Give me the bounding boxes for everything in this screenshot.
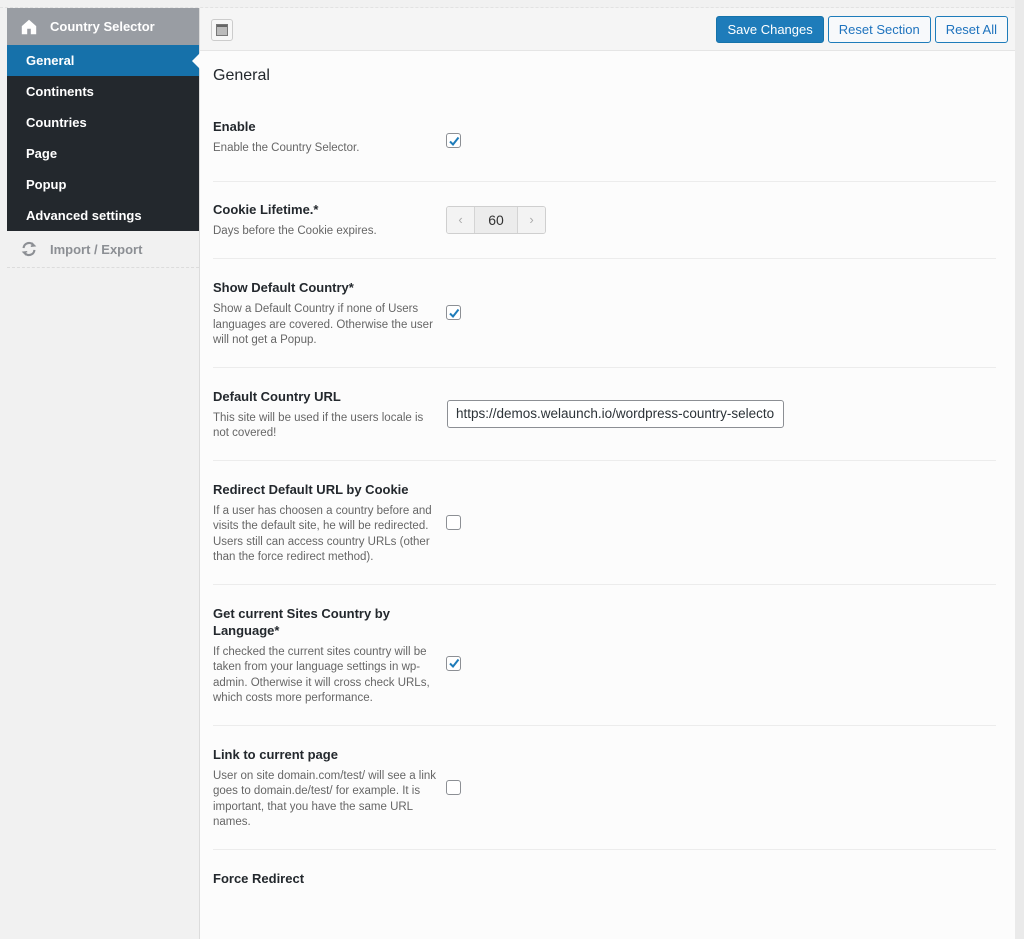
sidebar-item-label: Popup — [26, 177, 67, 192]
sidebar: Country Selector General Continents Coun… — [7, 8, 200, 939]
show-default-country-checkbox[interactable] — [446, 305, 461, 321]
redirect-by-cookie-checkbox[interactable] — [446, 514, 461, 530]
setting-description: Enable the Country Selector. — [213, 142, 360, 154]
sidebar-item-label: General — [26, 53, 75, 68]
main-content: Save Changes Reset Section Reset All Gen… — [200, 8, 1015, 939]
setting-title: Get current Sites Country by Language* — [213, 605, 390, 638]
setting-description: If checked the current sites country wil… — [213, 645, 430, 705]
setting-title: Show Default Country* — [213, 280, 354, 295]
sidebar-item-label: Countries — [26, 115, 87, 130]
sidebar-item-page[interactable]: Page — [7, 138, 199, 169]
country-by-language-checkbox[interactable] — [446, 655, 461, 671]
sidebar-item-label: Import / Export — [50, 241, 143, 257]
setting-row-country-by-language: Get current Sites Country by Language* I… — [213, 585, 996, 726]
setting-title: Link to current page — [213, 746, 338, 762]
toolbar: Save Changes Reset Section Reset All — [200, 8, 1015, 51]
options-panel: Country Selector General Continents Coun… — [7, 8, 1015, 939]
top-strip — [0, 0, 1024, 8]
toolbar-buttons: Save Changes Reset Section Reset All — [716, 16, 1008, 43]
setting-title: Enable — [213, 119, 256, 134]
sidebar-title: Country Selector — [50, 19, 155, 34]
setting-row-default-country-url: Default Country URL This site will be us… — [213, 368, 996, 461]
expand-panel-button[interactable] — [211, 19, 233, 41]
reset-section-button[interactable]: Reset Section — [827, 16, 931, 43]
setting-title: Redirect Default URL by Cookie — [213, 481, 409, 497]
decrement-button[interactable]: ‹ — [447, 206, 474, 233]
expand-panel-icon — [216, 24, 228, 36]
setting-title: Default Country URL — [213, 388, 341, 404]
setting-row-enable: Enable Enable the Country Selector. — [213, 106, 996, 182]
scrollbar-track[interactable] — [1015, 0, 1024, 939]
setting-row-redirect-by-cookie: Redirect Default URL by Cookie If a user… — [213, 461, 996, 585]
sidebar-header[interactable]: Country Selector — [7, 8, 199, 45]
sidebar-item-continents[interactable]: Continents — [7, 76, 199, 107]
sidebar-item-advanced-settings[interactable]: Advanced settings — [7, 200, 199, 231]
refresh-icon — [20, 240, 38, 258]
save-changes-button[interactable]: Save Changes — [716, 16, 824, 43]
sidebar-item-general[interactable]: General — [7, 45, 200, 76]
reset-all-button[interactable]: Reset All — [934, 16, 1008, 43]
default-country-url-input[interactable] — [447, 399, 784, 428]
increment-button[interactable]: › — [518, 206, 545, 233]
sidebar-item-label: Advanced settings — [26, 208, 142, 223]
sidebar-item-countries[interactable]: Countries — [7, 107, 199, 138]
sidebar-item-label: Page — [26, 146, 58, 161]
setting-title: Cookie Lifetime.* — [213, 201, 319, 217]
home-icon — [20, 18, 38, 36]
cookie-lifetime-stepper: ‹ 60 › — [446, 205, 546, 234]
setting-row-cookie-lifetime: Cookie Lifetime.* Days before the Cookie… — [213, 182, 996, 259]
sidebar-submenu: General Continents Countries Page Popup … — [7, 45, 200, 231]
link-to-current-page-checkbox[interactable] — [446, 779, 461, 795]
sidebar-item-import-export[interactable]: Import / Export — [7, 231, 199, 268]
setting-description: Days before the Cookie expires. — [213, 224, 377, 237]
checkmark-icon — [448, 136, 459, 146]
setting-description: Show a Default Country if none of Users … — [213, 303, 433, 346]
setting-row-force-redirect: Force Redirect — [213, 850, 996, 903]
sidebar-item-popup[interactable]: Popup — [7, 169, 199, 200]
setting-row-link-to-current-page: Link to current page User on site domain… — [213, 726, 996, 850]
sidebar-item-label: Continents — [26, 84, 94, 99]
setting-description: This site will be used if the users loca… — [213, 411, 424, 440]
setting-description: If a user has choosen a country before a… — [213, 504, 432, 564]
cookie-lifetime-value[interactable]: 60 — [474, 206, 518, 233]
setting-description: User on site domain.com/test/ will see a… — [213, 769, 437, 829]
setting-title: Force Redirect — [213, 870, 305, 886]
setting-row-show-default-country: Show Default Country* Show a Default Cou… — [213, 259, 996, 368]
enable-checkbox[interactable] — [446, 133, 461, 148]
checkmark-icon — [448, 658, 459, 669]
checkmark-icon — [448, 308, 459, 318]
